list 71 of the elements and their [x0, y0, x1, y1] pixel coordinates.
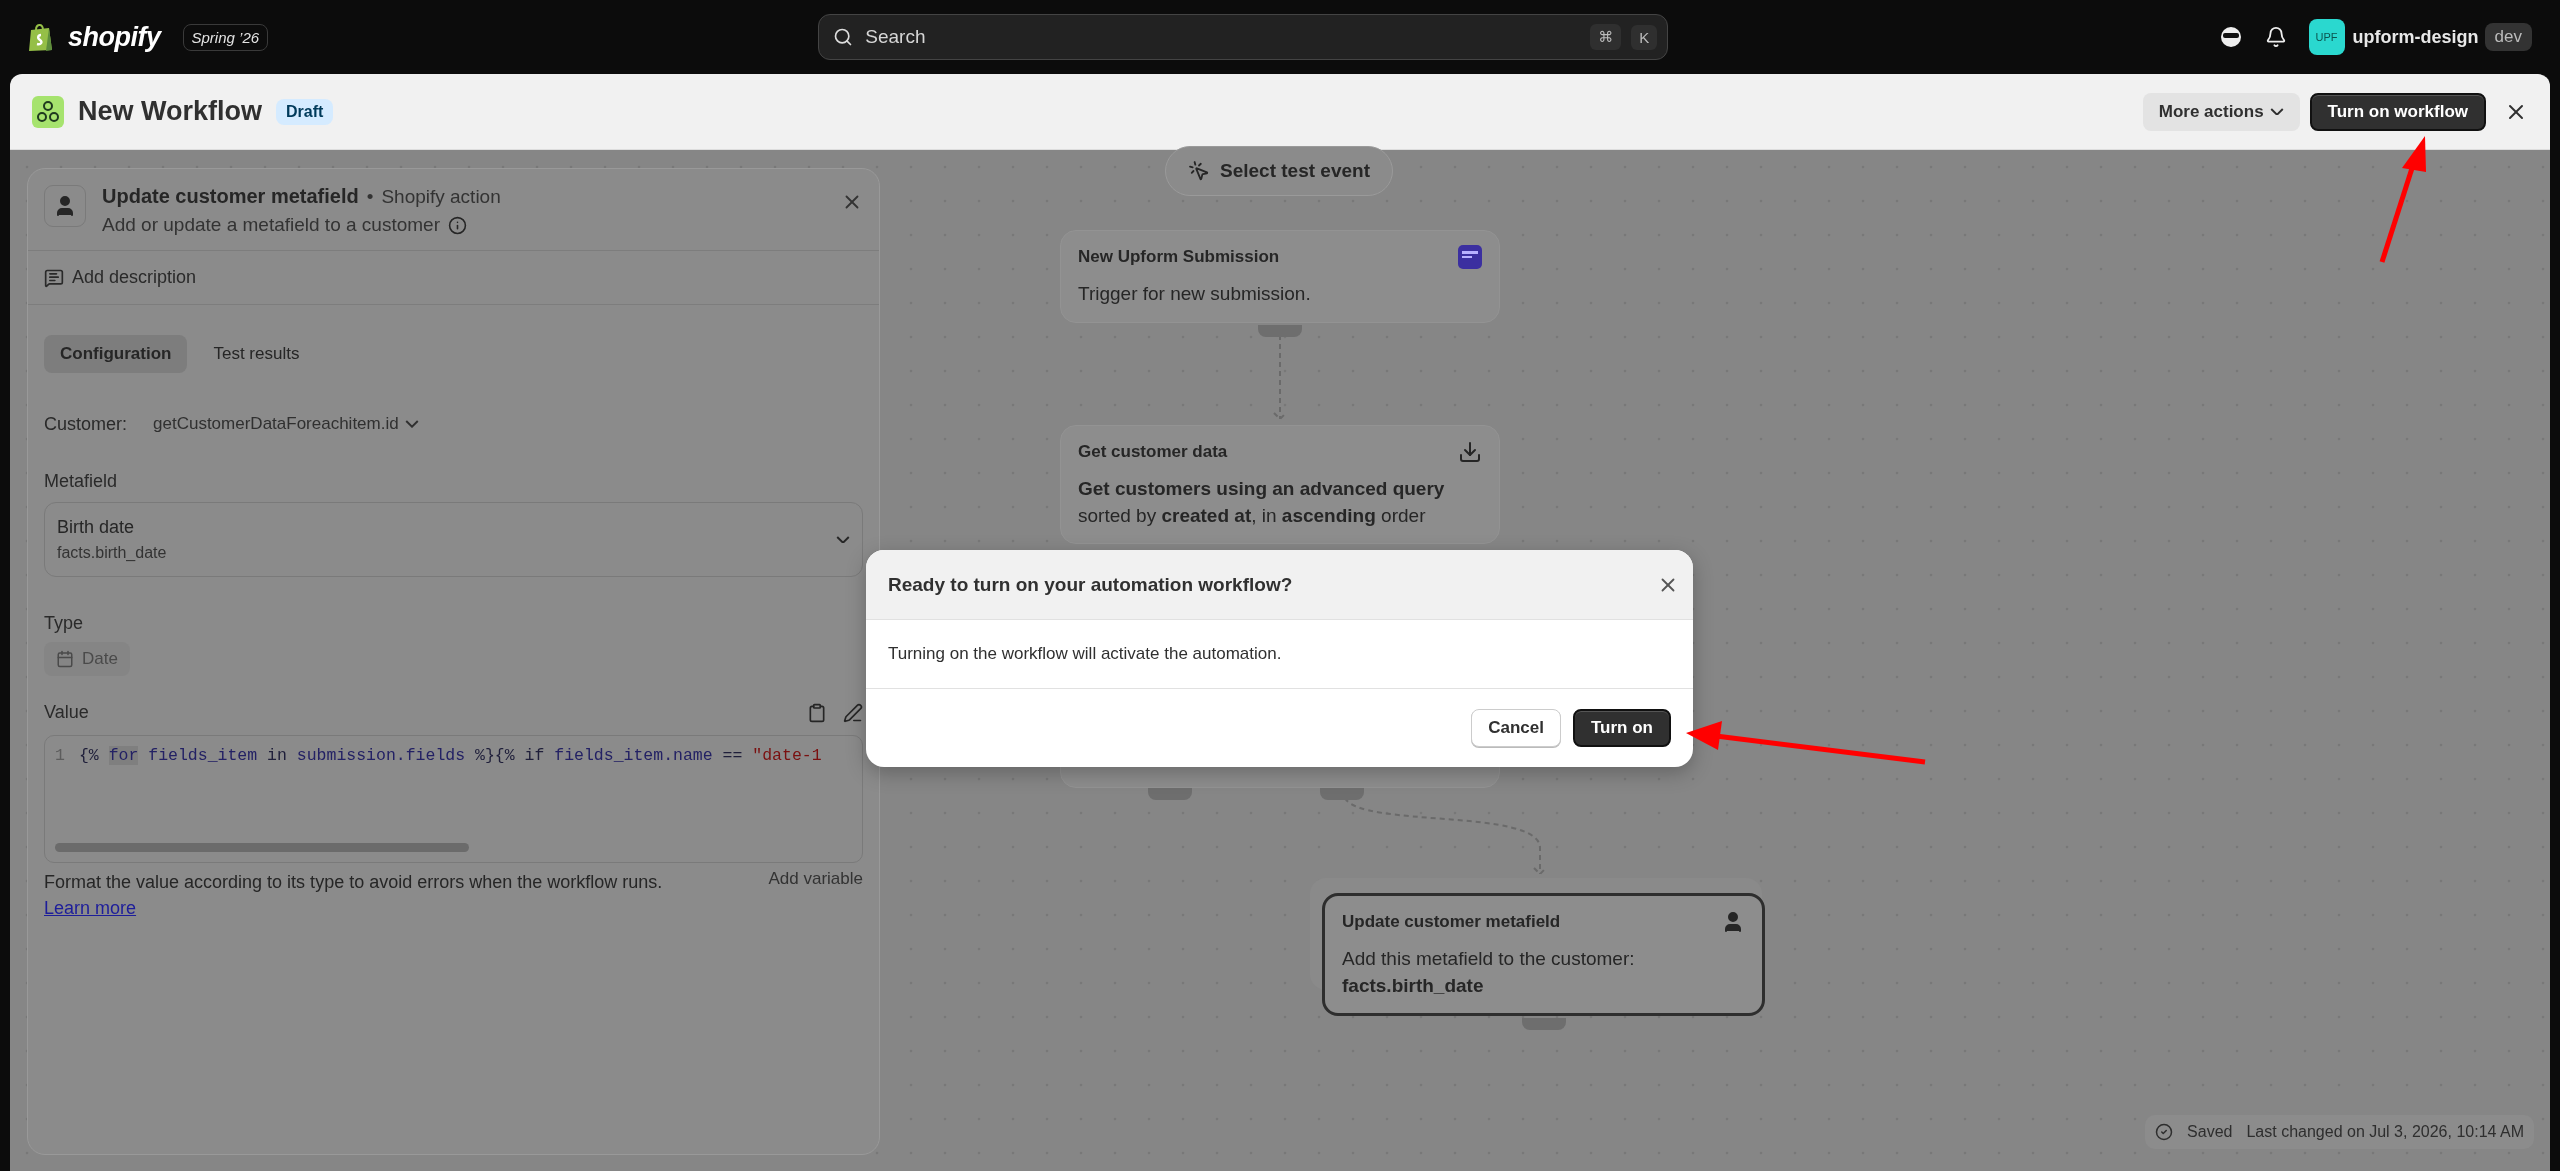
form-app-icon — [1458, 245, 1482, 269]
chevron-down-icon — [404, 420, 419, 428]
shortcut-key: ⌘ — [1590, 24, 1622, 50]
chevron-down-icon — [836, 535, 850, 544]
dialog-title: Ready to turn on your automation workflow? — [888, 573, 1293, 596]
action-title: Update customer metafield — [102, 185, 359, 208]
scrollbar[interactable] — [55, 843, 470, 852]
search-icon — [833, 27, 854, 47]
chevron-down-icon — [2269, 107, 2284, 116]
cancel-button[interactable]: Cancel — [1471, 709, 1561, 747]
save-state: Saved — [2187, 1123, 2233, 1141]
store-badge: dev — [2484, 23, 2532, 51]
dialog-message: Turning on the workflow will activate the automation. — [888, 644, 1282, 663]
calendar-icon — [56, 650, 74, 668]
workflow-title: New Workflow — [78, 96, 263, 127]
notification-bell-icon[interactable] — [2264, 26, 2287, 48]
help-text: Format the value according to its type to avoid errors when the workflow runs. Learn more — [44, 871, 664, 921]
last-changed-text: Last changed on Jul 3, 2026, 10:14 AM — [2246, 1123, 2524, 1141]
brand-name[interactable]: shopify — [68, 21, 161, 53]
node-title: New Upform Submission — [1078, 247, 1280, 267]
panel-tab[interactable]: Test results — [197, 335, 316, 373]
node-text: Get customers using an advanced query sorted by created at, in ascending order — [1078, 477, 1446, 528]
customer-dropdown[interactable]: getCustomerDataForeachitem.id — [153, 405, 419, 443]
pointer-click-icon — [1188, 160, 1210, 182]
customer-label: Customer: — [44, 413, 128, 435]
connector-handle[interactable] — [1148, 788, 1192, 800]
status-badge: Draft — [276, 98, 334, 125]
learn-more-link[interactable]: Learn more — [44, 898, 137, 919]
download-icon — [1458, 440, 1482, 464]
search-bar[interactable]: Search ⌘ K — [818, 14, 1669, 60]
person-icon — [44, 185, 86, 227]
store-name[interactable]: upform-design — [2352, 26, 2479, 48]
code-line: {% for fields_item in submission.fields %}{% if fields_item.name == "date-1 — [78, 746, 822, 765]
metafield-select[interactable]: Birth date facts.birth_date — [44, 502, 863, 577]
node-text: Trigger for new submission. — [1078, 282, 1312, 306]
node-title: Get customer data — [1078, 442, 1228, 462]
store-avatar[interactable]: UPF — [2308, 19, 2345, 55]
more-actions-button[interactable]: More actions — [2142, 92, 2300, 131]
node-text: Add this metafield to the customer: — [1342, 947, 1636, 971]
comment-icon — [44, 267, 64, 288]
turn-on-button[interactable]: Turn on — [1573, 709, 1671, 747]
workflow-icon — [32, 95, 64, 128]
type-field: Date — [44, 642, 130, 676]
value-label: Value — [44, 702, 89, 723]
shortcut-key: K — [1631, 24, 1658, 50]
mask-face-icon[interactable] — [2218, 25, 2243, 49]
add-description-button[interactable]: Add description — [28, 251, 879, 305]
type-label: Type — [44, 613, 85, 634]
node-text: facts.birth_date — [1342, 973, 1485, 998]
workflow-node[interactable]: Update customer metafield Add this metafield to the customer: facts.birth_date — [1322, 893, 1765, 1017]
action-description: Add or update a metafield to a customer — [102, 214, 440, 236]
info-icon[interactable] — [448, 215, 467, 235]
metafield-label: Metafield — [44, 471, 119, 492]
workflow-node[interactable]: New Upform Submission Trigger for new submission. — [1060, 230, 1500, 323]
connector-handle[interactable] — [1521, 1018, 1566, 1030]
connector-handle[interactable] — [1320, 788, 1364, 800]
node-title: Update customer metafield — [1342, 912, 1561, 932]
select-test-event-button[interactable]: Select test event — [1165, 146, 1393, 196]
turn-on-workflow-button[interactable]: Turn on workflow — [2309, 92, 2486, 131]
workflow-node[interactable]: Get customer data Get customers using an advanced query sorted by created at, in ascending order — [1060, 425, 1500, 545]
check-circle-icon — [2155, 1123, 2174, 1141]
separator-dot: • — [366, 185, 374, 208]
shopping-bag-icon — [28, 22, 54, 52]
action-source: Shopify action — [381, 185, 501, 208]
pen-icon[interactable] — [843, 702, 863, 723]
panel-tab[interactable]: Configuration — [44, 335, 188, 373]
connector-handle[interactable] — [1258, 325, 1302, 337]
edition-badge: Spring ’26 — [182, 23, 269, 51]
search-input[interactable]: Search — [863, 25, 1581, 49]
clipboard-icon[interactable] — [807, 702, 827, 723]
add-variable-button[interactable]: Add variable — [768, 869, 863, 889]
